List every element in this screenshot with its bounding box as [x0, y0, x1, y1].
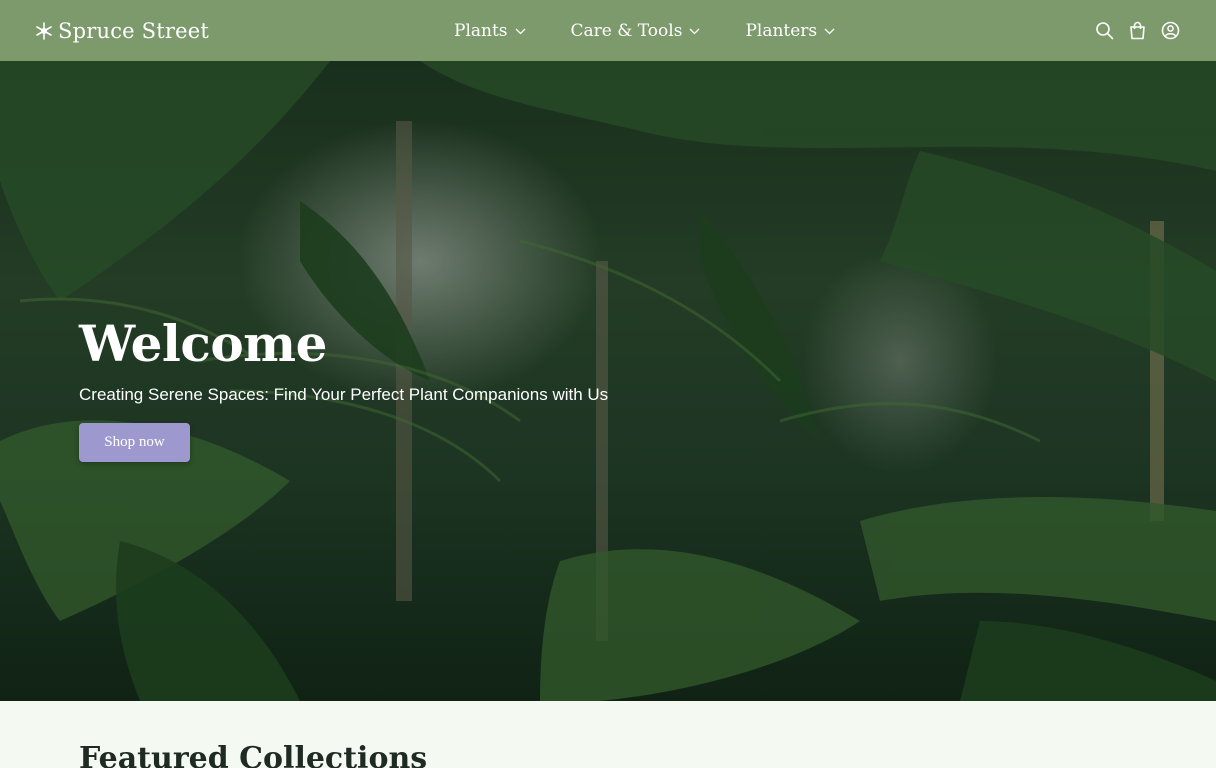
brand-name: Spruce Street — [58, 18, 210, 43]
leaf-snowflake-icon — [36, 21, 52, 40]
site-header: Spruce Street Plants Care & Tools Plante… — [0, 0, 1216, 61]
search-icon[interactable] — [1095, 21, 1114, 40]
chevron-down-icon — [689, 28, 700, 35]
nav-item-care-tools[interactable]: Care & Tools — [571, 21, 701, 41]
featured-collections-section: Featured Collections — [0, 701, 1216, 768]
chevron-down-icon — [824, 28, 835, 35]
shop-now-button[interactable]: Shop now — [79, 423, 190, 462]
hero-content: Welcome Creating Serene Spaces: Find You… — [79, 314, 699, 462]
section-title: Featured Collections — [79, 741, 428, 768]
chevron-down-icon — [515, 28, 525, 35]
brand-logo[interactable]: Spruce Street — [34, 0, 209, 61]
hero-subtitle: Creating Serene Spaces: Find Your Perfec… — [79, 385, 609, 404]
nav-item-label: Plants — [454, 20, 508, 41]
shopping-bag-icon[interactable] — [1128, 21, 1147, 40]
nav-item-label: Care & Tools — [570, 20, 683, 41]
nav-item-plants[interactable]: Plants — [454, 21, 526, 41]
header-actions — [1095, 0, 1180, 61]
hero-banner: Welcome Creating Serene Spaces: Find You… — [0, 61, 1216, 701]
hero-title: Welcome — [79, 314, 327, 373]
account-icon[interactable] — [1161, 21, 1180, 40]
nav-item-planters[interactable]: Planters — [745, 21, 835, 41]
main-nav: Plants Care & Tools Planters — [454, 0, 835, 61]
nav-item-label: Planters — [745, 20, 818, 41]
